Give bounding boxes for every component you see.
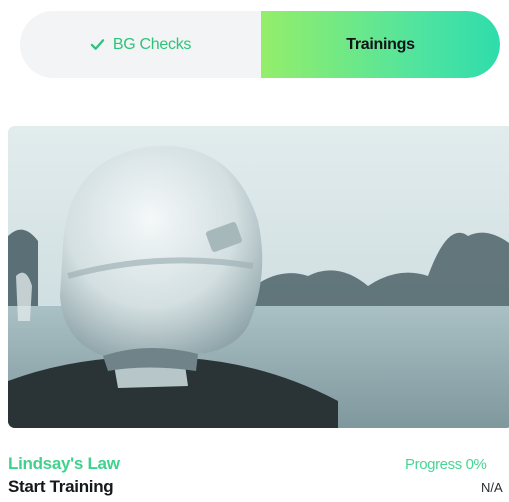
- training-title: Lindsay's Law: [8, 454, 120, 473]
- progress-value: N/A: [481, 480, 503, 495]
- tab-trainings[interactable]: Trainings: [261, 11, 500, 78]
- tab-toggle: BG Checks Trainings: [20, 11, 500, 78]
- tab-trainings-label: Trainings: [346, 35, 415, 53]
- tab-bg-checks-label: BG Checks: [112, 35, 192, 53]
- start-training-link[interactable]: Start Training: [8, 477, 114, 497]
- football-helmet-photo-icon: [8, 126, 509, 428]
- check-icon: [90, 39, 105, 50]
- tab-bg-checks[interactable]: BG Checks: [20, 11, 261, 78]
- progress-label: Progress 0%: [405, 456, 487, 473]
- training-image[interactable]: [8, 126, 509, 428]
